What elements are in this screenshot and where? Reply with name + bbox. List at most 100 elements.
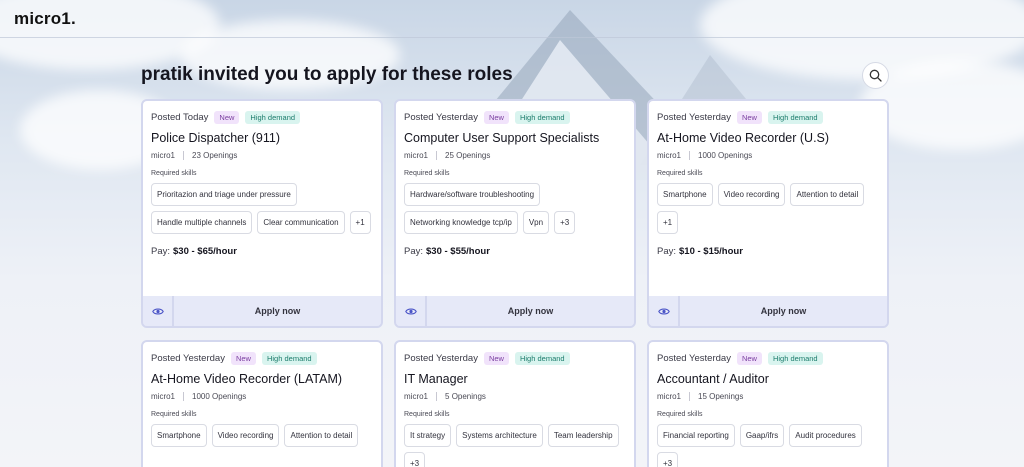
skill-tag: Gaap/ifrs (739, 424, 785, 447)
openings-count: 15 Openings (698, 392, 744, 401)
new-badge: New (736, 110, 762, 124)
job-title: Police Dispatcher (911) (151, 131, 280, 145)
openings-count: 25 Openings (445, 151, 491, 160)
meta-divider (183, 151, 185, 160)
apply-now-button[interactable]: Apply now (680, 296, 887, 326)
company-name: micro1 (404, 151, 429, 160)
pay-info: Pay: $30 - $65/hour (151, 246, 373, 257)
new-badge: New (230, 351, 256, 365)
skill-tag: Networking knowledge tcp/ip (404, 211, 518, 234)
skill-tag: Audit procedures (789, 424, 862, 447)
company-name: micro1 (657, 392, 682, 401)
skill-tag: Attention to detail (284, 424, 359, 447)
high-demand-badge: High demand (245, 110, 301, 124)
company-name: micro1 (404, 392, 429, 401)
pay-range: $30 - $55/hour (426, 246, 490, 257)
posted-date: Posted Today (151, 111, 209, 123)
more-skills-tag[interactable]: +3 (404, 452, 426, 467)
skill-tag: Handle multiple channels (151, 211, 253, 234)
skill-tag: Video recording (717, 183, 786, 206)
company-name: micro1 (151, 392, 176, 401)
eye-icon (657, 307, 670, 315)
job-card[interactable]: Posted Yesterday New High demand At-Home… (141, 340, 383, 467)
required-skills-label: Required skills (657, 411, 703, 418)
job-card[interactable]: Posted Yesterday New High demand Account… (647, 340, 889, 467)
job-title: Computer User Support Specialists (404, 131, 600, 145)
job-card[interactable]: Posted Yesterday New High demand Compute… (394, 99, 636, 328)
skills-list: Smartphone Video recording Attention to … (151, 424, 373, 447)
required-skills-label: Required skills (151, 411, 197, 418)
posted-date: Posted Yesterday (657, 111, 731, 123)
more-skills-tag[interactable]: +3 (554, 211, 576, 234)
view-button[interactable] (143, 296, 172, 326)
more-skills-tag[interactable]: +3 (657, 452, 679, 467)
openings-count: 5 Openings (445, 392, 486, 401)
job-title: At-Home Video Recorder (LATAM) (151, 372, 343, 386)
apply-now-button[interactable]: Apply now (427, 296, 634, 326)
high-demand-badge: High demand (514, 351, 570, 365)
pay-label: Pay: (404, 246, 424, 257)
job-title: IT Manager (404, 372, 468, 386)
high-demand-badge: High demand (261, 351, 317, 365)
search-icon (869, 69, 882, 82)
pay-info: Pay: $10 - $15/hour (657, 246, 879, 257)
skills-list: Hardware/software troubleshooting Networ… (404, 183, 626, 234)
skill-tag: Smartphone (151, 424, 207, 447)
more-skills-tag[interactable]: +1 (349, 211, 371, 234)
pay-label: Pay: (657, 246, 677, 257)
skill-tag: Team leadership (547, 424, 619, 447)
skill-tag: Vpn (522, 211, 550, 234)
required-skills-label: Required skills (404, 170, 450, 177)
skills-list: It strategy Systems architecture Team le… (404, 424, 626, 467)
top-bar: micro1. (0, 0, 1024, 38)
new-badge: New (736, 351, 762, 365)
meta-divider (436, 392, 438, 401)
company-name: micro1 (657, 151, 682, 160)
required-skills-label: Required skills (657, 170, 703, 177)
card-footer: Apply now (649, 296, 887, 326)
skill-tag: Attention to detail (790, 183, 865, 206)
card-footer: Apply now (143, 296, 381, 326)
job-title: At-Home Video Recorder (U.S) (657, 131, 830, 145)
meta-divider (183, 392, 185, 401)
job-card[interactable]: Posted Yesterday New High demand At-Home… (647, 99, 889, 328)
job-card[interactable]: Posted Today New High demand Police Disp… (141, 99, 383, 328)
view-button[interactable] (649, 296, 678, 326)
skill-tag: Smartphone (657, 183, 713, 206)
view-button[interactable] (396, 296, 425, 326)
posted-date: Posted Yesterday (404, 352, 478, 364)
posted-date: Posted Yesterday (657, 352, 731, 364)
openings-count: 23 Openings (192, 151, 238, 160)
more-skills-tag[interactable]: +1 (657, 211, 679, 234)
skill-tag: Systems architecture (456, 424, 543, 447)
posted-date: Posted Yesterday (151, 352, 225, 364)
meta-divider (436, 151, 438, 160)
high-demand-badge: High demand (767, 351, 823, 365)
openings-count: 1000 Openings (698, 151, 753, 160)
high-demand-badge: High demand (514, 110, 570, 124)
new-badge: New (214, 110, 240, 124)
meta-divider (689, 151, 691, 160)
skill-tag: It strategy (404, 424, 452, 447)
job-card[interactable]: Posted Yesterday New High demand IT Mana… (394, 340, 636, 467)
posted-date: Posted Yesterday (404, 111, 478, 123)
card-footer: Apply now (396, 296, 634, 326)
skill-tag: Financial reporting (657, 424, 735, 447)
meta-divider (689, 392, 691, 401)
pay-label: Pay: (151, 246, 171, 257)
skills-list: Financial reporting Gaap/ifrs Audit proc… (657, 424, 879, 467)
page-title: pratik invited you to apply for these ro… (141, 64, 513, 85)
required-skills-label: Required skills (404, 411, 450, 418)
skill-tag: Hardware/software troubleshooting (404, 183, 541, 206)
logo[interactable]: micro1. (14, 9, 76, 29)
pay-range: $10 - $15/hour (679, 246, 743, 257)
skill-tag: Clear communication (257, 211, 345, 234)
eye-icon (151, 307, 164, 315)
job-title: Accountant / Auditor (657, 372, 769, 386)
skill-tag: Prioritazion and triage under pressure (151, 183, 297, 206)
pay-info: Pay: $30 - $55/hour (404, 246, 626, 257)
eye-icon (404, 307, 417, 315)
search-button[interactable] (862, 62, 889, 89)
skills-list: Prioritazion and triage under pressure H… (151, 183, 373, 234)
apply-now-button[interactable]: Apply now (174, 296, 381, 326)
